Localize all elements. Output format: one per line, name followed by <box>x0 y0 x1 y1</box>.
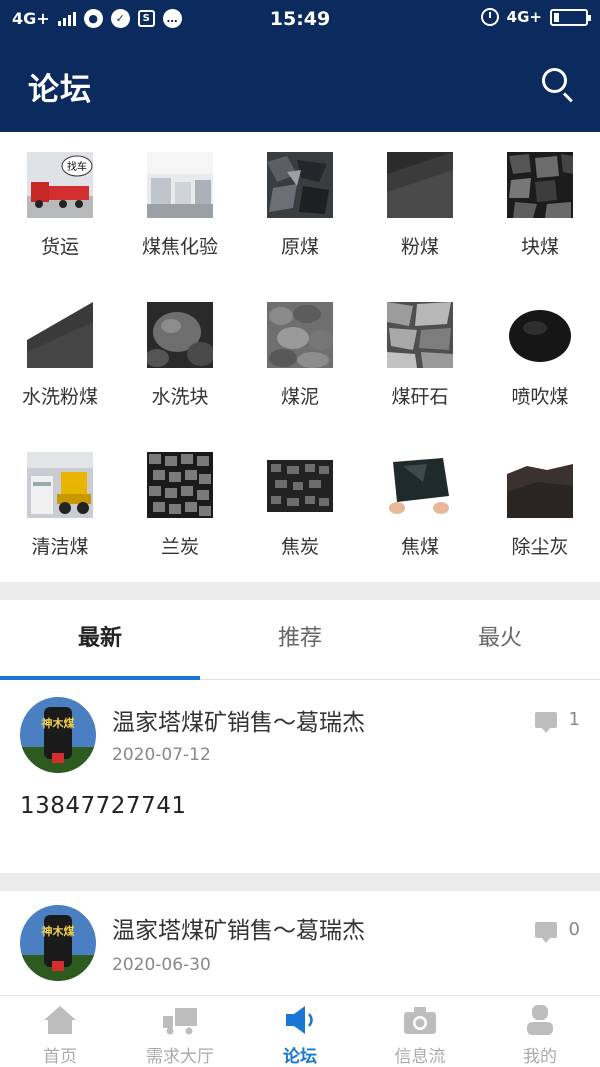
category-grid: 找车 货运 煤焦化验 原煤 粉煤 块煤 水洗粉煤 水洗块 煤泥 煤矸石 喷吹煤 … <box>0 132 600 582</box>
section-divider <box>0 873 600 891</box>
clean-coal-photo <box>27 452 93 518</box>
post-item[interactable]: 神木煤 温家塔煤矿销售～葛瑞杰 2020-07-12 1 13847727741 <box>0 681 600 873</box>
category-label: 水洗粉煤 <box>21 386 98 408</box>
comment-count: 1 <box>534 709 580 733</box>
washed-lump-photo <box>147 302 213 368</box>
status-bar: 4G+ ● ✓ S … 15:49 4G+ <box>0 0 600 40</box>
post-body: 13847727741 <box>20 793 187 819</box>
tab-hottest[interactable]: 最火 <box>400 600 600 678</box>
category-item-coking-coal[interactable]: 焦煤 <box>360 432 480 582</box>
speaker-icon <box>286 1006 313 1034</box>
feed-tabs: 最新 推荐 最火 <box>0 600 600 680</box>
comment-icon <box>534 921 557 943</box>
home-icon <box>44 1006 76 1034</box>
truck-photo: 找车 <box>27 152 93 218</box>
category-item-freight[interactable]: 找车 货运 <box>0 132 120 282</box>
avatar[interactable]: 神木煤 <box>20 905 96 981</box>
category-label: 块煤 <box>520 236 559 258</box>
category-label: 焦炭 <box>280 536 319 558</box>
user-icon <box>527 1005 553 1035</box>
post-date: 2020-07-12 <box>112 745 211 765</box>
coke-photo <box>267 452 333 518</box>
nav-item-mine[interactable]: 我的 <box>480 996 600 1067</box>
raw-coal-photo <box>267 152 333 218</box>
category-item-raw-coal[interactable]: 原煤 <box>240 132 360 282</box>
network-label-right: 4G+ <box>506 8 542 26</box>
powder-coal-photo <box>387 152 453 218</box>
nav-label: 需求大厅 <box>146 1047 214 1067</box>
tab-recommended[interactable]: 推荐 <box>200 600 400 678</box>
alarm-icon <box>480 8 499 26</box>
avatar-text: 神木煤 <box>42 716 76 730</box>
post-author: 温家塔煤矿销售～葛瑞杰 <box>112 710 365 736</box>
category-item-clean-coal[interactable]: 清洁煤 <box>0 432 120 582</box>
comment-count-value: 0 <box>568 919 580 940</box>
category-item-coal-slime[interactable]: 煤泥 <box>240 282 360 432</box>
category-item-injection-coal[interactable]: 喷吹煤 <box>480 282 600 432</box>
lump-coal-photo <box>507 152 573 218</box>
category-label: 煤焦化验 <box>141 236 218 258</box>
category-label: 原煤 <box>280 236 319 258</box>
nav-item-forum[interactable]: 论坛 <box>240 996 360 1067</box>
category-item-powder-coal[interactable]: 粉煤 <box>360 132 480 282</box>
dust-ash-photo <box>507 452 573 518</box>
semi-coke-photo <box>147 452 213 518</box>
nav-label: 我的 <box>523 1047 557 1067</box>
category-label: 除尘灰 <box>511 536 569 558</box>
nav-label: 信息流 <box>394 1047 446 1067</box>
category-label: 焦煤 <box>400 536 439 558</box>
post-author: 温家塔煤矿销售～葛瑞杰 <box>112 918 365 944</box>
section-divider <box>0 582 600 600</box>
category-label: 煤矸石 <box>391 386 449 408</box>
comment-count-value: 1 <box>568 709 580 730</box>
category-label: 煤泥 <box>280 386 319 408</box>
category-label: 货运 <box>40 236 79 258</box>
category-item-washed-powder-coal[interactable]: 水洗粉煤 <box>0 282 120 432</box>
category-item-semi-coke[interactable]: 兰炭 <box>120 432 240 582</box>
camera-icon <box>404 1007 436 1034</box>
nav-item-info-flow[interactable]: 信息流 <box>360 996 480 1067</box>
washed-powder-coal-photo <box>27 302 93 368</box>
comment-icon <box>534 711 557 733</box>
category-item-lump-coal[interactable]: 块煤 <box>480 132 600 282</box>
category-item-gangue[interactable]: 煤矸石 <box>360 282 480 432</box>
category-item-dust-ash[interactable]: 除尘灰 <box>480 432 600 582</box>
category-label: 粉煤 <box>400 236 439 258</box>
page-title: 论坛 <box>28 72 92 108</box>
gangue-photo <box>387 302 453 368</box>
category-item-washed-lump[interactable]: 水洗块 <box>120 282 240 432</box>
category-label: 兰炭 <box>160 536 199 558</box>
coal-slime-photo <box>267 302 333 368</box>
category-label: 喷吹煤 <box>511 386 569 408</box>
nav-item-home[interactable]: 首页 <box>0 996 120 1067</box>
search-icon[interactable] <box>540 66 576 103</box>
nav-label: 论坛 <box>283 1047 317 1067</box>
battery-icon <box>550 8 591 26</box>
avatar-text: 神木煤 <box>42 924 76 938</box>
truck-sign-text: 找车 <box>67 160 87 173</box>
category-item-coke[interactable]: 焦炭 <box>240 432 360 582</box>
nav-item-demand-hall[interactable]: 需求大厅 <box>120 996 240 1067</box>
category-label: 水洗块 <box>151 386 209 408</box>
category-item-lab[interactable]: 煤焦化验 <box>120 132 240 282</box>
nav-label: 首页 <box>43 1047 77 1067</box>
truck-icon <box>163 1008 197 1035</box>
post-item[interactable]: 神木煤 温家塔煤矿销售～葛瑞杰 2020-06-30 0 <box>0 891 600 995</box>
injection-coal-photo <box>507 302 573 368</box>
coking-coal-photo <box>387 452 453 518</box>
avatar[interactable]: 神木煤 <box>20 697 96 773</box>
tab-latest[interactable]: 最新 <box>0 600 200 680</box>
category-label: 清洁煤 <box>31 536 89 558</box>
post-date: 2020-06-30 <box>112 955 211 975</box>
bottom-nav: 首页 需求大厅 论坛 信息流 我的 <box>0 995 600 1067</box>
app-header: 4G+ ● ✓ S … 15:49 4G+ 论坛 <box>0 0 600 132</box>
lab-photo <box>147 152 213 218</box>
comment-count: 0 <box>534 919 580 943</box>
